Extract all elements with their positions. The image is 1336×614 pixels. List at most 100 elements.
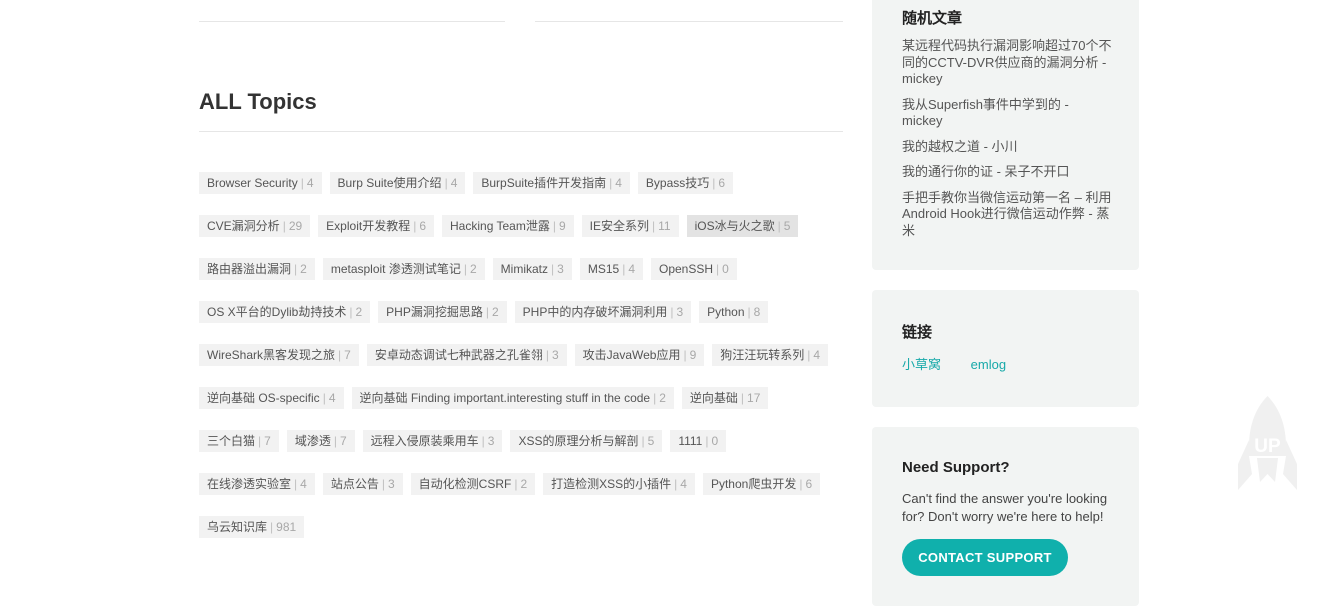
topic-tag[interactable]: WireShark黑客发现之旅 | 7 xyxy=(199,344,359,366)
topic-tag[interactable]: 狗汪汪玩转系列 | 4 xyxy=(712,344,829,366)
topic-tag-count: 6 xyxy=(419,219,427,233)
topic-tag[interactable]: OpenSSH | 0 xyxy=(651,258,737,280)
topic-tag-count: 0 xyxy=(711,434,719,448)
topic-tag-separator: | xyxy=(652,219,656,233)
topic-tag-name: metasploit 渗透测试笔记 xyxy=(330,262,461,276)
topic-tag-separator: | xyxy=(481,434,485,448)
topic-tag-name: PHP中的内存破坏漏洞利用 xyxy=(522,305,668,319)
topic-tag-separator: | xyxy=(653,391,657,405)
topic-tag[interactable]: PHP中的内存破坏漏洞利用 | 3 xyxy=(514,301,692,323)
topic-tag[interactable]: Hacking Team泄露 | 9 xyxy=(442,215,574,237)
page-title: ALL Topics xyxy=(199,89,317,114)
topic-tag-separator: | xyxy=(300,176,304,190)
topic-tag[interactable]: 远程入侵原装乘用车 | 3 xyxy=(362,430,503,452)
topic-tag[interactable]: Mimikatz | 3 xyxy=(492,258,572,280)
random-post-item[interactable]: 手把手教你当微信运动第一名 – 利用Android Hook进行微信运动作弊 -… xyxy=(902,190,1112,240)
topic-tag[interactable]: MS15 | 4 xyxy=(579,258,643,280)
topic-tag-name: 乌云知识库 xyxy=(207,520,268,534)
topic-tag-name: 自动化检测CSRF xyxy=(418,477,512,491)
links-title: 链接 xyxy=(902,324,933,341)
topic-tag-separator: | xyxy=(683,348,687,362)
topic-tag[interactable]: PHP漏洞挖掘思路 | 2 xyxy=(378,301,507,323)
topic-tag-count: 4 xyxy=(813,348,821,362)
topic-tag-name: PHP漏洞挖掘思路 xyxy=(386,305,483,319)
topic-tag[interactable]: Bypass技巧 | 6 xyxy=(637,172,734,194)
random-post-item[interactable]: 我的通行你的证 - 呆子不开口 xyxy=(902,164,1112,181)
topic-tag[interactable]: 打造检测XSS的小插件 | 4 xyxy=(543,473,695,495)
topic-tag[interactable]: XSS的原理分析与解剖 | 5 xyxy=(510,430,663,452)
topic-tag[interactable]: 在线渗透实验室 | 4 xyxy=(199,473,315,495)
topic-tag[interactable]: Python | 8 xyxy=(699,301,769,323)
random-post-item[interactable]: 我从Superfish事件中学到的 - mickey xyxy=(902,97,1112,130)
topic-tag-name: 狗汪汪玩转系列 xyxy=(720,348,805,362)
topic-tag[interactable]: 逆向基础 | 17 xyxy=(681,387,769,409)
topic-tag[interactable]: 安卓动态调试七种武器之孔雀翎 | 3 xyxy=(366,344,567,366)
support-widget: Need Support? Can't find the answer you'… xyxy=(872,427,1139,606)
topic-tag-name: Mimikatz xyxy=(500,262,549,276)
random-post-item[interactable]: 我的越权之道 - 小川 xyxy=(902,139,1112,156)
topic-tag-separator: | xyxy=(381,477,385,491)
topic-tag-count: 11 xyxy=(658,219,671,233)
topic-tag-name: 站点公告 xyxy=(330,477,379,491)
topic-tag[interactable]: 自动化检测CSRF | 2 xyxy=(410,473,536,495)
topic-tag-separator: | xyxy=(413,219,417,233)
topic-tag-count: 7 xyxy=(339,434,347,448)
topic-tag[interactable]: 站点公告 | 3 xyxy=(322,473,403,495)
link-item[interactable]: 小草窝 xyxy=(902,357,941,372)
topic-tag[interactable]: Exploit开发教程 | 6 xyxy=(318,215,435,237)
topic-tag-separator: | xyxy=(641,434,645,448)
topic-tag[interactable]: 攻击JavaWeb应用 | 9 xyxy=(574,344,705,366)
topic-tag[interactable]: Browser Security | 4 xyxy=(199,172,322,194)
topic-tag-count: 9 xyxy=(689,348,697,362)
random-posts-widget: 随机文章 某远程代码执行漏洞影响超过70个不同的CCTV-DVR供应商的漏洞分析… xyxy=(872,0,1139,270)
topic-tag-name: Python爬虫开发 xyxy=(710,477,797,491)
topic-tag-name: Exploit开发教程 xyxy=(326,219,411,233)
topic-tag-separator: | xyxy=(747,305,751,319)
topic-tag-name: 路由器溢出漏洞 xyxy=(207,262,292,276)
support-title: Need Support? xyxy=(902,459,1010,476)
topic-tag-separator: | xyxy=(551,262,555,276)
scroll-to-top-button[interactable]: UP xyxy=(1236,394,1299,494)
topic-tag-separator: | xyxy=(670,305,674,319)
topic-tag[interactable]: 乌云知识库 | 981 xyxy=(199,516,305,538)
topic-tag-separator: | xyxy=(463,262,467,276)
topic-tag-separator: | xyxy=(807,348,811,362)
topic-tag-count: 4 xyxy=(306,176,314,190)
topic-tag-separator: | xyxy=(716,262,720,276)
topic-tag-count: 7 xyxy=(344,348,351,362)
topic-tag[interactable]: 域渗透 | 7 xyxy=(286,430,355,452)
topic-tag[interactable]: 三个白猫 | 7 xyxy=(199,430,279,452)
topic-tag[interactable]: 逆向基础 Finding important.interesting stuff… xyxy=(351,387,674,409)
topic-tag-name: iOS冰与火之歌 xyxy=(694,219,775,233)
topic-tag-name: WireShark黑客发现之旅 xyxy=(207,348,336,362)
topic-tag[interactable]: OS X平台的Dylib劫持技术 | 2 xyxy=(199,301,371,323)
link-item[interactable]: emlog xyxy=(971,357,1006,372)
topic-tag-name: 远程入侵原装乘用车 xyxy=(370,434,479,448)
topic-tag-separator: | xyxy=(294,477,298,491)
topic-tag-separator: | xyxy=(799,477,803,491)
topic-tag-name: Bypass技巧 xyxy=(645,176,710,190)
topic-tag[interactable]: 1111 | 0 xyxy=(670,430,727,452)
topic-tag-name: IE安全系列 xyxy=(589,219,649,233)
topic-tag[interactable]: Burp Suite使用介绍 | 4 xyxy=(329,172,466,194)
topic-tag-name: Hacking Team泄露 xyxy=(450,219,550,233)
topic-tag-count: 7 xyxy=(264,434,271,448)
topic-tag-name: Burp Suite使用介绍 xyxy=(337,176,442,190)
topic-tag-count: 3 xyxy=(387,477,395,491)
topic-tag-separator: | xyxy=(552,219,556,233)
topic-tag[interactable]: metasploit 渗透测试笔记 | 2 xyxy=(322,258,485,280)
topic-tag[interactable]: Python爬虫开发 | 6 xyxy=(702,473,821,495)
topic-tag-name: 在线渗透实验室 xyxy=(207,477,292,491)
topic-tag[interactable]: IE安全系列 | 11 xyxy=(581,215,679,237)
topic-tag-count: 4 xyxy=(300,477,307,491)
topic-tag[interactable]: 逆向基础 OS-specific | 4 xyxy=(199,387,344,409)
topic-tag-separator: | xyxy=(705,434,709,448)
topic-tag[interactable]: BurpSuite插件开发指南 | 4 xyxy=(473,172,630,194)
topic-tag-count: 4 xyxy=(615,176,622,190)
random-post-item[interactable]: 某远程代码执行漏洞影响超过70个不同的CCTV-DVR供应商的漏洞分析 - mi… xyxy=(902,38,1112,88)
contact-support-button[interactable]: CONTACT SUPPORT xyxy=(902,539,1068,576)
topic-tag[interactable]: CVE漏洞分析 | 29 xyxy=(199,215,311,237)
topic-tag[interactable]: iOS冰与火之歌 | 5 xyxy=(686,215,799,237)
topic-tag[interactable]: 路由器溢出漏洞 | 2 xyxy=(199,258,315,280)
topic-tag-separator: | xyxy=(282,219,286,233)
